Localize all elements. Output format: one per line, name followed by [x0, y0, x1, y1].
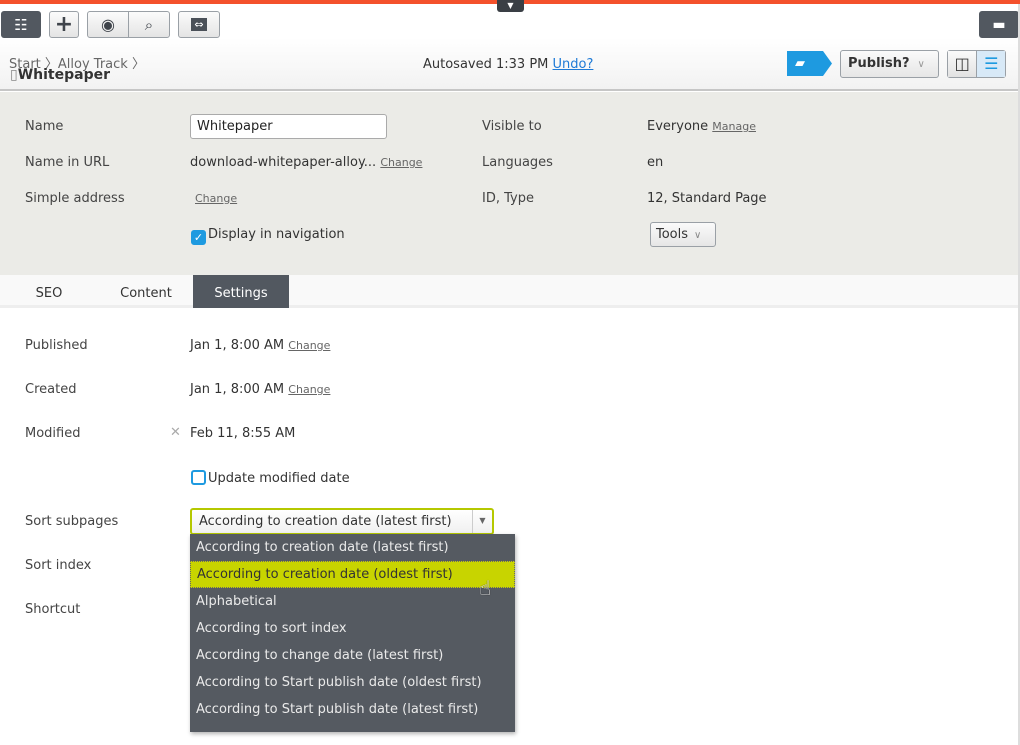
chevron-down-icon: ∨	[917, 59, 925, 70]
hand-cursor-icon: ☝	[479, 576, 492, 600]
visible-to-label: Visible to	[482, 119, 542, 134]
compare-icon: ⇔	[191, 18, 207, 31]
created-value: Jan 1, 8:00 AM Change	[190, 382, 331, 397]
unpin-icon: ✕	[170, 425, 181, 440]
tab-seo[interactable]: SEO	[16, 275, 82, 308]
checkbox-unchecked[interactable]	[191, 470, 206, 485]
list-icon: ☰	[984, 54, 999, 73]
option-publish-latest[interactable]: According to Start publish date (latest …	[190, 696, 515, 723]
sort-index-label: Sort index	[25, 558, 92, 573]
tab-settings[interactable]: Settings	[193, 275, 289, 308]
tools-button[interactable]: Tools ∨	[650, 222, 716, 247]
option-creation-latest[interactable]: According to creation date (latest first…	[190, 534, 515, 561]
visible-to-value: Everyone Manage	[647, 119, 756, 134]
option-publish-oldest[interactable]: According to Start publish date (oldest …	[190, 669, 515, 696]
layout-icon: ◫	[954, 54, 970, 73]
name-in-url-label: Name in URL	[25, 155, 110, 170]
page-icon: ▯	[10, 67, 18, 83]
option-alphabetical[interactable]: Alphabetical	[190, 588, 515, 615]
assets-button[interactable]: ▬	[979, 11, 1019, 38]
modified-value: Feb 11, 8:55 AM	[190, 426, 296, 441]
published-change-link[interactable]: Change	[288, 339, 330, 352]
speech-bubble-icon: ▰	[795, 56, 805, 71]
compare-button[interactable]: ⇔	[178, 11, 220, 38]
all-properties-button[interactable]: ☰	[976, 51, 1005, 77]
view-settings-button[interactable]: ⌕	[128, 11, 170, 38]
add-icon: +	[54, 12, 74, 37]
page-tree-button[interactable]: ☷	[1, 11, 41, 38]
dropdown-arrow-icon[interactable]: ▼	[472, 510, 492, 533]
on-page-edit-button[interactable]: ◫	[948, 51, 977, 77]
update-modified-date[interactable]: Update modified date	[191, 470, 350, 486]
assets-folder-icon: ▬	[992, 16, 1006, 33]
view-switcher: ◫ ☰	[947, 50, 1006, 78]
published-label: Published	[25, 338, 88, 353]
created-change-link[interactable]: Change	[288, 383, 330, 396]
display-in-navigation[interactable]: ✓ Display in navigation	[191, 227, 345, 245]
simple-address-label: Simple address	[25, 191, 125, 206]
languages-label: Languages	[482, 155, 553, 170]
languages-value: en	[647, 155, 664, 170]
name-in-url-value: download-whitepaper-alloy... Change	[190, 155, 423, 170]
id-type-label: ID, Type	[482, 191, 534, 206]
page-title: ▯Whitepaper	[10, 67, 111, 83]
sort-options-dropdown: According to creation date (latest first…	[190, 534, 515, 732]
id-type-value: 12, Standard Page	[647, 191, 767, 206]
sort-subpages-select[interactable]: According to creation date (latest first…	[190, 508, 494, 535]
option-sort-index[interactable]: According to sort index	[190, 615, 515, 642]
simple-address-change-link[interactable]: Change	[195, 192, 237, 205]
toggle-toolbar-button[interactable]: ▼	[497, 0, 524, 12]
publish-button[interactable]: Publish? ∨	[840, 50, 939, 78]
tab-content[interactable]: Content	[100, 275, 192, 308]
manage-link[interactable]: Manage	[712, 120, 756, 133]
selected-value: According to creation date (latest first…	[199, 514, 452, 529]
preview-eye-icon: ◉	[101, 15, 115, 34]
preview-button[interactable]: ◉	[87, 11, 129, 38]
checkbox-checked[interactable]: ✓	[191, 230, 206, 245]
modified-label: Modified	[25, 426, 81, 441]
view-settings-icon: ⌕	[144, 15, 154, 34]
published-value: Jan 1, 8:00 AM Change	[190, 338, 331, 353]
sort-subpages-label: Sort subpages	[25, 514, 119, 529]
autosave-status: Autosaved 1:33 PM Undo?	[423, 57, 594, 72]
undo-link[interactable]: Undo?	[553, 57, 594, 72]
name-label: Name	[25, 119, 64, 134]
add-button[interactable]: +	[49, 11, 79, 38]
comments-button[interactable]: ▰	[787, 51, 832, 76]
created-label: Created	[25, 382, 77, 397]
name-input[interactable]	[190, 114, 387, 139]
page-tree-icon: ☷	[14, 15, 28, 34]
option-change-latest[interactable]: According to change date (latest first)	[190, 642, 515, 669]
tab-bar: SEO Content Settings	[0, 275, 1020, 308]
shortcut-label: Shortcut	[25, 602, 81, 617]
url-change-link[interactable]: Change	[380, 156, 422, 169]
option-creation-oldest[interactable]: According to creation date (oldest first…	[190, 561, 515, 588]
chevron-down-icon: ∨	[694, 230, 702, 241]
